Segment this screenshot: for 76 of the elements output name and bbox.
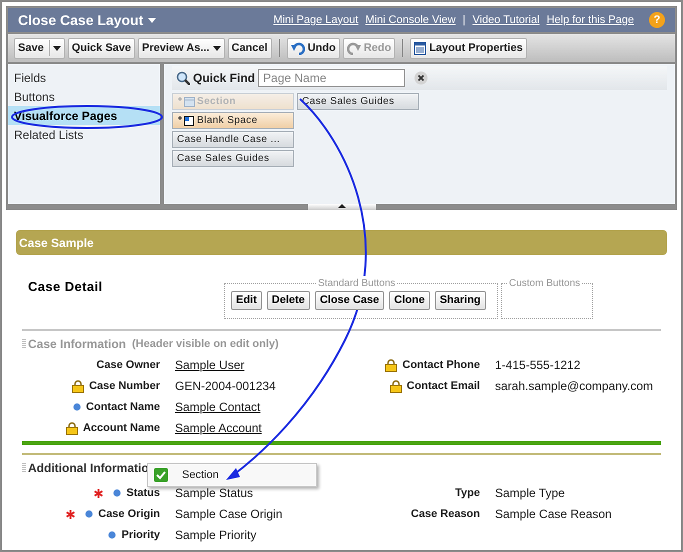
header-link[interactable]: Mini Page Layout <box>273 12 358 28</box>
header-link[interactable]: Mini Console View <box>365 12 456 28</box>
field-value: Sample Type <box>495 486 565 500</box>
section-note: (Header visible on edit only) <box>132 336 279 352</box>
palette-item[interactable]: Blank Space <box>172 112 294 129</box>
field-label: Status <box>126 486 160 501</box>
layout-button[interactable]: Sharing <box>434 291 486 310</box>
field-value: Sample Priority <box>175 528 256 542</box>
field-link[interactable]: Sample User <box>175 358 244 372</box>
dot-icon <box>85 510 94 518</box>
field-label: Case Reason <box>410 506 480 522</box>
header-link[interactable]: Video Tutorial <box>472 12 540 28</box>
lock-icon <box>72 380 84 392</box>
redo-icon <box>346 41 361 55</box>
save-button[interactable]: Save <box>14 38 65 58</box>
check-icon <box>154 468 168 482</box>
undo-icon <box>290 41 305 55</box>
palette-item[interactable]: Case Handle Case ... <box>172 131 294 148</box>
group-legend: Standard Buttons <box>317 276 396 291</box>
table-icon <box>414 42 426 54</box>
category-item[interactable]: Related Lists <box>8 125 160 144</box>
grip-icon <box>22 338 26 350</box>
toolbar-button[interactable]: Quick Save <box>68 38 136 58</box>
caret-icon <box>147 16 158 24</box>
dot-icon <box>113 489 122 497</box>
dot-icon <box>73 403 82 411</box>
field-label: Account Name <box>82 420 160 436</box>
field-label: Contact Name <box>86 400 160 415</box>
lock-icon <box>390 380 402 392</box>
grip-icon <box>22 462 26 474</box>
caret-icon <box>212 46 220 50</box>
detail-title: Case Detail <box>28 278 104 296</box>
layout-button[interactable]: Clone <box>389 291 430 310</box>
field-label: Type <box>455 486 480 501</box>
category-item[interactable]: Buttons <box>8 87 160 106</box>
dot-icon <box>108 531 116 539</box>
properties-button[interactable]: Layout Properties <box>410 38 527 58</box>
layout-button[interactable]: Edit <box>231 291 262 310</box>
collapse-handle[interactable] <box>308 204 376 210</box>
lock-icon <box>385 358 398 372</box>
field-value: GEN-2004-001234 <box>175 379 276 393</box>
toolbar-button[interactable]: Cancel <box>228 38 272 58</box>
clear-icon <box>414 71 428 85</box>
field-value: Sample Status <box>175 486 254 500</box>
field-label: Contact Phone <box>402 358 480 373</box>
layout-button[interactable]: Close Case <box>314 291 384 310</box>
layout-button[interactable]: Delete <box>266 291 310 310</box>
tooltip-label: Section <box>182 468 219 483</box>
page-title-bar: Case Sample <box>16 230 667 255</box>
field-link[interactable]: Sample Account <box>175 421 262 435</box>
field-label: Case Owner <box>96 358 160 373</box>
field-label: Contact Email <box>406 378 480 394</box>
section-icon <box>177 96 195 108</box>
lock-icon <box>66 422 78 434</box>
field-label: Case Origin <box>98 506 160 522</box>
search-icon <box>176 71 190 85</box>
header-link[interactable]: Help for this Page <box>546 12 634 28</box>
link-separator: | <box>462 12 466 28</box>
preview-button[interactable]: Preview As... <box>138 38 224 58</box>
field-link[interactable]: Sample Contact <box>175 400 260 414</box>
field-value: Sample Case Origin <box>175 507 282 521</box>
layout-title[interactable]: Close Case Layout <box>18 10 158 30</box>
section-title: Case Information <box>28 336 126 353</box>
blank-space-icon <box>177 114 195 126</box>
undo-button[interactable]: Undo <box>286 38 340 58</box>
section-title: Additional Informatio <box>28 460 149 477</box>
category-item[interactable]: Fields <box>8 68 160 87</box>
field-value: sarah.sample@company.com <box>495 379 654 393</box>
field-value: Sample Case Reason <box>495 507 612 521</box>
quick-find-field[interactable]: Page Name <box>258 69 406 87</box>
caret-icon <box>52 46 61 50</box>
quick-find-label: Quick Find <box>193 70 256 87</box>
field-label: Priority <box>121 528 160 543</box>
palette-item[interactable]: Case Sales Guides <box>172 150 294 167</box>
field-label: Case Number <box>89 378 160 394</box>
field-value: 1-415-555-1212 <box>495 358 580 372</box>
